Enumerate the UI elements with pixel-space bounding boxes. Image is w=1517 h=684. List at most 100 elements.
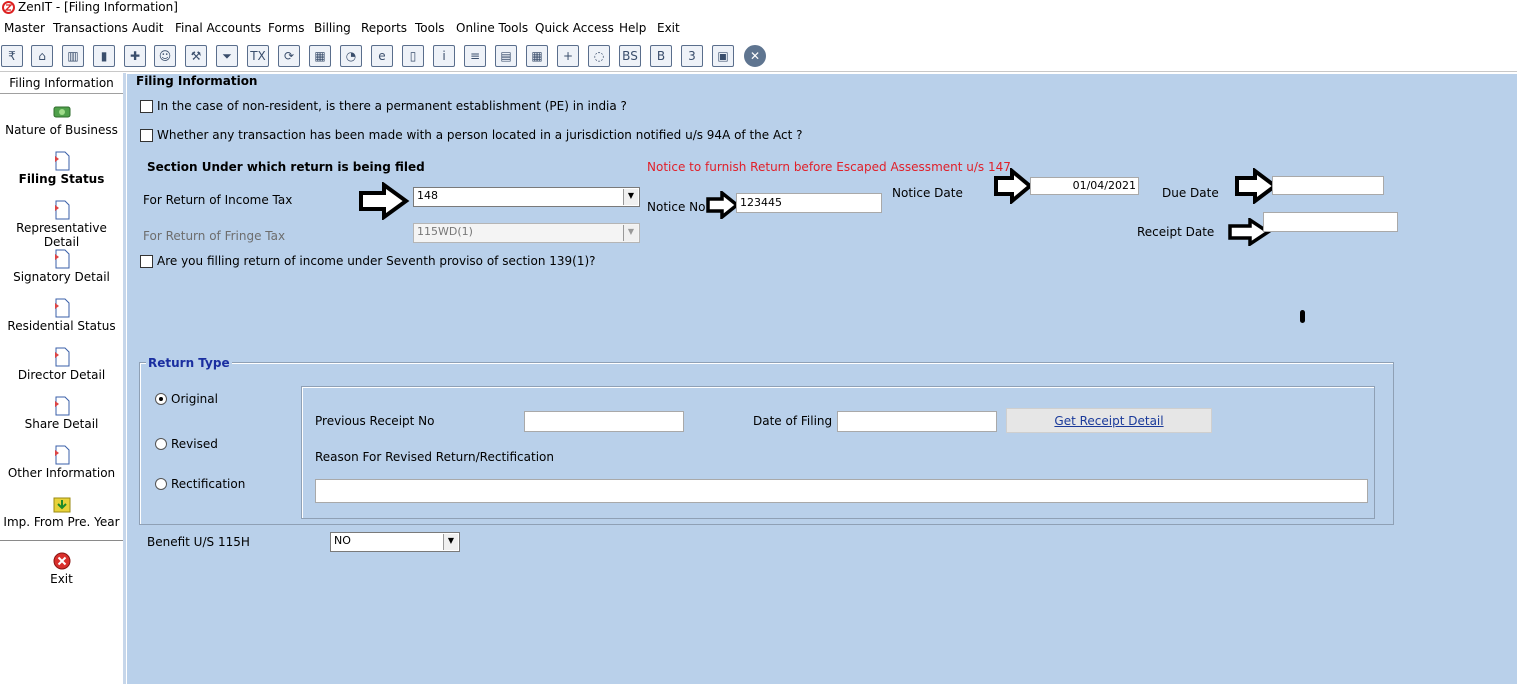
close-icon xyxy=(53,552,70,570)
menu-final-accounts[interactable]: Final Accounts xyxy=(175,21,261,35)
document-icon xyxy=(54,396,69,416)
menu-audit[interactable]: Audit xyxy=(132,21,163,35)
radio-revised[interactable] xyxy=(155,438,167,450)
sidebar-item-label: Signatory Detail xyxy=(13,270,110,284)
sidebar-item-filing-status[interactable]: Filing Status xyxy=(0,150,123,186)
document-icon xyxy=(54,445,69,465)
sidebar-item-other-information[interactable]: Other Information xyxy=(0,444,123,480)
chevron-down-icon: ▼ xyxy=(623,225,638,241)
users-icon[interactable]: ☺ xyxy=(154,45,176,67)
notice-no-input[interactable]: 123445 xyxy=(736,193,882,213)
arrow-right-icon xyxy=(994,168,1034,204)
document-list-icon[interactable]: ≡ xyxy=(464,45,486,67)
radio-original[interactable] xyxy=(155,393,167,405)
arrow-right-icon xyxy=(706,191,740,219)
notice-date-label: Notice Date xyxy=(892,186,963,200)
date-filing-input[interactable] xyxy=(837,411,997,432)
menu-forms[interactable]: Forms xyxy=(268,21,304,35)
income-tax-label: For Return of Income Tax xyxy=(143,193,293,207)
document-icon xyxy=(54,200,69,220)
receipt-date-input[interactable] xyxy=(1263,212,1398,232)
menu-bar: Master Transactions Audit Final Accounts… xyxy=(0,18,1517,38)
close-icon[interactable]: ✕ xyxy=(744,45,766,67)
pe-question-label: In the case of non-resident, is there a … xyxy=(157,99,627,113)
benefit-label: Benefit U/S 115H xyxy=(147,535,250,549)
toolbar: ₹ ⌂ ▥ ▮ ✚ ☺ ⚒ ⏷ TX ⟳ ▦ ◔ e ▯ i ≡ ▤ ▦ + ◌… xyxy=(0,41,1517,72)
main-panel: Filing Information In the case of non-re… xyxy=(127,73,1517,684)
sidebar-item-signatory-detail[interactable]: Signatory Detail xyxy=(0,248,123,284)
rupee-icon[interactable]: ₹ xyxy=(1,45,23,67)
calendar-icon[interactable]: ▦ xyxy=(526,45,548,67)
sidebar: Filing Information Nature of Business Fi… xyxy=(0,73,126,684)
sidebar-item-label: Representative Detail xyxy=(16,221,107,249)
sidebar-item-nature-of-business[interactable]: Nature of Business xyxy=(0,101,123,137)
folder-add-icon[interactable]: + xyxy=(557,45,579,67)
94a-checkbox[interactable] xyxy=(140,129,153,142)
get-receipt-button[interactable]: Get Receipt Detail xyxy=(1006,408,1212,433)
bar-chart-icon[interactable]: ▮ xyxy=(93,45,115,67)
calculator-icon[interactable]: ▦ xyxy=(309,45,331,67)
refresh-icon[interactable]: ⟳ xyxy=(278,45,300,67)
bs-sch-icon[interactable]: B xyxy=(650,45,672,67)
sidebar-exit-button[interactable]: Exit xyxy=(0,550,123,586)
notice-date-input[interactable]: 01/04/2021 xyxy=(1030,177,1139,195)
menu-exit[interactable]: Exit xyxy=(657,21,680,35)
menu-quick-access[interactable]: Quick Access xyxy=(535,21,614,35)
sidebar-item-residential-status[interactable]: Residential Status xyxy=(0,297,123,333)
return-type-title: Return Type xyxy=(146,356,232,370)
radio-original-label: Original xyxy=(171,392,218,406)
form-3cd-icon[interactable]: 3 xyxy=(681,45,703,67)
hammer-icon[interactable]: ⚒ xyxy=(185,45,207,67)
menu-reports[interactable]: Reports xyxy=(361,21,407,35)
menu-tools[interactable]: Tools xyxy=(415,21,445,35)
app-logo-icon xyxy=(2,1,15,14)
report-icon[interactable]: ▣ xyxy=(712,45,734,67)
sidebar-item-label: Exit xyxy=(50,572,73,586)
filter-icon[interactable]: ⏷ xyxy=(216,45,238,67)
fringe-tax-label: For Return of Fringe Tax xyxy=(143,229,286,243)
menu-help[interactable]: Help xyxy=(619,21,646,35)
sidebar-item-representative-detail[interactable]: Representative Detail xyxy=(0,199,123,249)
building-icon[interactable]: ▥ xyxy=(62,45,84,67)
chevron-down-icon: ▼ xyxy=(443,534,458,550)
income-tax-select[interactable]: 148 ▼ xyxy=(413,187,640,207)
sidebar-item-director-detail[interactable]: Director Detail xyxy=(0,346,123,382)
bs-icon[interactable]: BS xyxy=(619,45,641,67)
menu-master[interactable]: Master xyxy=(4,21,45,35)
fringe-tax-select: 115WD(1) ▼ xyxy=(413,223,640,243)
chevron-down-icon: ▼ xyxy=(623,189,638,205)
sidebar-item-label: Residential Status xyxy=(7,319,116,333)
radio-rectification-label: Rectification xyxy=(171,477,246,491)
sidebar-item-label: Director Detail xyxy=(17,368,106,382)
chat-icon[interactable]: ◌ xyxy=(588,45,610,67)
receipt-date-label: Receipt Date xyxy=(1137,225,1215,239)
due-date-input[interactable] xyxy=(1272,176,1384,195)
info-icon[interactable]: i xyxy=(433,45,455,67)
seventh-proviso-label: Are you filling return of income under S… xyxy=(157,254,596,268)
reason-input[interactable] xyxy=(315,479,1368,503)
document-icon xyxy=(54,151,69,171)
pe-checkbox[interactable] xyxy=(140,100,153,113)
sidebar-item-share-detail[interactable]: Share Detail xyxy=(0,395,123,431)
arrow-right-icon xyxy=(359,182,410,220)
menu-billing[interactable]: Billing xyxy=(314,21,351,35)
sidebar-item-import-previous-year[interactable]: Imp. From Pre. Year xyxy=(0,493,123,529)
pie-chart-icon[interactable]: ◔ xyxy=(340,45,362,67)
prev-receipt-input[interactable] xyxy=(524,411,684,432)
prev-receipt-label: Previous Receipt No xyxy=(315,414,435,428)
e-pay-icon[interactable]: e xyxy=(371,45,393,67)
menu-online-tools[interactable]: Online Tools xyxy=(456,21,528,35)
clipboard-icon[interactable]: ▤ xyxy=(495,45,517,67)
94a-question-label: Whether any transaction has been made wi… xyxy=(157,128,803,142)
tax-icon[interactable]: TX xyxy=(247,45,269,67)
home-icon[interactable]: ⌂ xyxy=(31,45,53,67)
gift-icon[interactable]: ✚ xyxy=(124,45,146,67)
seventh-proviso-checkbox[interactable] xyxy=(140,255,153,268)
book-icon[interactable]: ▯ xyxy=(402,45,424,67)
sidebar-item-label: Nature of Business xyxy=(5,123,118,137)
radio-rectification[interactable] xyxy=(155,478,167,490)
notice-no-label: Notice No. xyxy=(647,200,710,214)
sidebar-item-label: Imp. From Pre. Year xyxy=(3,515,120,529)
menu-transactions[interactable]: Transactions xyxy=(53,21,128,35)
benefit-select[interactable]: NO ▼ xyxy=(330,532,460,552)
